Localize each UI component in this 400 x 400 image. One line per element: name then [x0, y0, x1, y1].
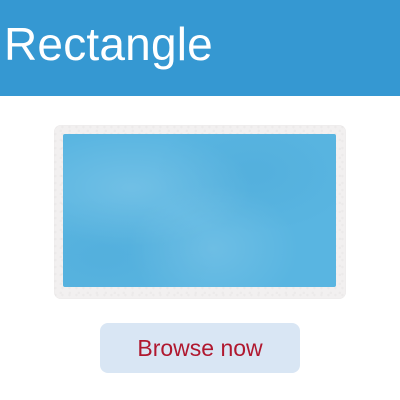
rectangle-frame	[54, 125, 346, 299]
rectangle-icon	[63, 134, 336, 287]
header-bar: Rectangle	[0, 0, 400, 96]
browse-now-button[interactable]: Browse now	[100, 323, 300, 373]
page: Rectangle Browse now	[0, 0, 400, 400]
page-title: Rectangle	[4, 18, 213, 70]
